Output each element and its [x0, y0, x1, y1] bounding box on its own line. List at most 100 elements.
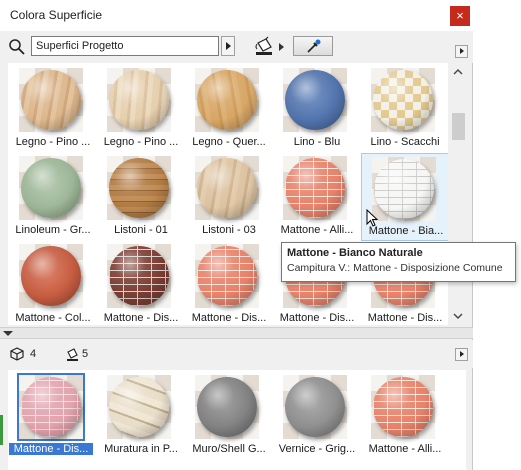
- sphere-shading: [197, 377, 257, 437]
- surface-item[interactable]: Lino - Scacchi: [361, 65, 448, 153]
- surface-item[interactable]: Legno - Pino ...: [97, 65, 185, 153]
- sphere-shading: [285, 377, 345, 437]
- material-preview-sphere: [21, 158, 81, 218]
- scroll-up-icon[interactable]: [453, 68, 463, 76]
- material-preview-sphere: [285, 158, 345, 218]
- search-dropdown-button[interactable]: [221, 36, 235, 56]
- collapse-arrow-icon[interactable]: [3, 331, 13, 336]
- surface-label: Lino - Blu: [293, 136, 341, 148]
- swatch-background: [195, 156, 259, 220]
- material-preview-sphere: [109, 158, 169, 218]
- applied-surface-item[interactable]: Mattone - Dis...: [8, 372, 97, 460]
- close-button[interactable]: ×: [450, 6, 470, 26]
- close-icon: ×: [456, 8, 464, 23]
- applied-surfaces-list: Mattone - Dis... Muratura in P... Muro/She…: [8, 370, 466, 470]
- surface-item[interactable]: Linoleum - Gr...: [9, 153, 97, 241]
- surface-item[interactable]: Mattone - Alli...: [273, 153, 361, 241]
- sphere-shading: [21, 158, 81, 218]
- surface-label: Mattone - Dis...: [279, 312, 355, 324]
- surface-item[interactable]: Mattone - Col...: [9, 241, 97, 325]
- surface-item[interactable]: Listoni - 03: [185, 153, 273, 241]
- surface-label: Mattone - Col...: [15, 312, 91, 324]
- sphere-shading: [285, 158, 345, 218]
- mouse-cursor-icon: [366, 209, 379, 227]
- surface-item[interactable]: Lino - Blu: [273, 65, 361, 153]
- swatch-background: [19, 244, 83, 308]
- status-options-arrow-icon[interactable]: [455, 348, 468, 361]
- material-preview-sphere: [373, 70, 433, 130]
- surface-item[interactable]: Mattone - Dis...: [97, 241, 185, 325]
- search-input[interactable]: Superfici Progetto: [31, 36, 219, 56]
- swatch-background: [371, 375, 435, 439]
- paint-bucket-icon[interactable]: [253, 35, 275, 57]
- surface-label: Listoni - 03: [202, 224, 256, 236]
- surface-label: Mattone - Dis...: [103, 312, 179, 324]
- swatch-background: [107, 156, 171, 220]
- swatch-background: [195, 68, 259, 132]
- surface-label: Legno - Pino ...: [103, 136, 179, 148]
- material-preview-sphere: [373, 377, 433, 437]
- surface-label: Legno - Quer...: [192, 136, 266, 148]
- eyedropper-button[interactable]: [293, 36, 333, 56]
- material-preview-sphere: [21, 377, 81, 437]
- surface-label: Lino - Scacchi: [370, 136, 440, 148]
- window-title: Colora Superficie: [10, 8, 103, 22]
- title-bar[interactable]: Colora Superficie ×: [0, 0, 473, 31]
- background-edge: [0, 415, 3, 445]
- scroll-down-icon[interactable]: [453, 312, 463, 320]
- surface-label: Legno - Pino ...: [15, 136, 91, 148]
- sphere-shading: [109, 70, 169, 130]
- swatch-background: [107, 375, 171, 439]
- grid-scrollbar[interactable]: [450, 63, 466, 325]
- sphere-shading: [373, 377, 433, 437]
- surface-grid: Legno - Pino ... Legno - Pino ... Legno - …: [8, 63, 448, 325]
- sphere-shading: [21, 377, 81, 437]
- swatch-background: [17, 373, 85, 441]
- material-preview-sphere: [197, 158, 257, 218]
- search-icon: [9, 39, 25, 55]
- swatch-background: [372, 157, 436, 221]
- swatch-background: [283, 68, 347, 132]
- material-preview-sphere: [197, 70, 257, 130]
- swatch-background: [107, 68, 171, 132]
- applied-surface-item[interactable]: Mattone - Alli...: [361, 372, 449, 460]
- sphere-shading: [197, 246, 257, 306]
- applied-surface-item[interactable]: Muratura in P...: [97, 372, 185, 460]
- sphere-shading: [21, 246, 81, 306]
- swatch-background: [19, 68, 83, 132]
- surface-label: Muratura in P...: [104, 443, 178, 455]
- scroll-thumb[interactable]: [452, 113, 465, 140]
- applied-surface-item[interactable]: Vernice - Grig...: [273, 372, 361, 460]
- paint-count: 5: [82, 348, 89, 360]
- tooltip-title: Mattone - Bianco Naturale: [287, 247, 423, 259]
- surface-label: Linoleum - Gr...: [15, 224, 91, 236]
- surface-label: Mattone - Dis...: [8, 442, 94, 456]
- surface-label: Vernice - Grig...: [278, 443, 356, 455]
- material-preview-sphere: [285, 377, 345, 437]
- pane-splitter[interactable]: [0, 327, 473, 339]
- surface-item[interactable]: Listoni - 01: [97, 153, 185, 241]
- material-preview-sphere: [21, 70, 81, 130]
- surface-item[interactable]: Legno - Pino ...: [9, 65, 97, 153]
- material-preview-sphere: [374, 159, 434, 219]
- sphere-shading: [197, 158, 257, 218]
- material-preview-sphere: [109, 377, 169, 437]
- model-count: 4: [30, 348, 37, 360]
- swatch-background: [371, 68, 435, 132]
- sphere-shading: [197, 70, 257, 130]
- applied-surface-item[interactable]: Muro/Shell G...: [185, 372, 273, 460]
- surface-label: Mattone - Alli...: [280, 224, 354, 236]
- surface-item[interactable]: Mattone - Dis...: [185, 241, 273, 325]
- surface-tooltip: Mattone - Bianco Naturale Campitura V.: …: [281, 242, 516, 282]
- material-preview-sphere: [285, 70, 345, 130]
- colora-superficie-palette: Colora Superficie × Superfici Progetto L…: [0, 0, 473, 470]
- sphere-shading: [373, 70, 433, 130]
- sphere-shading: [109, 158, 169, 218]
- sphere-shading: [109, 246, 169, 306]
- panel-options-arrow-icon[interactable]: [455, 45, 468, 58]
- surface-item[interactable]: Legno - Quer...: [185, 65, 273, 153]
- material-preview-sphere: [109, 246, 169, 306]
- swatch-background: [283, 156, 347, 220]
- swatch-background: [19, 156, 83, 220]
- bucket-menu-arrow-icon[interactable]: [279, 43, 284, 51]
